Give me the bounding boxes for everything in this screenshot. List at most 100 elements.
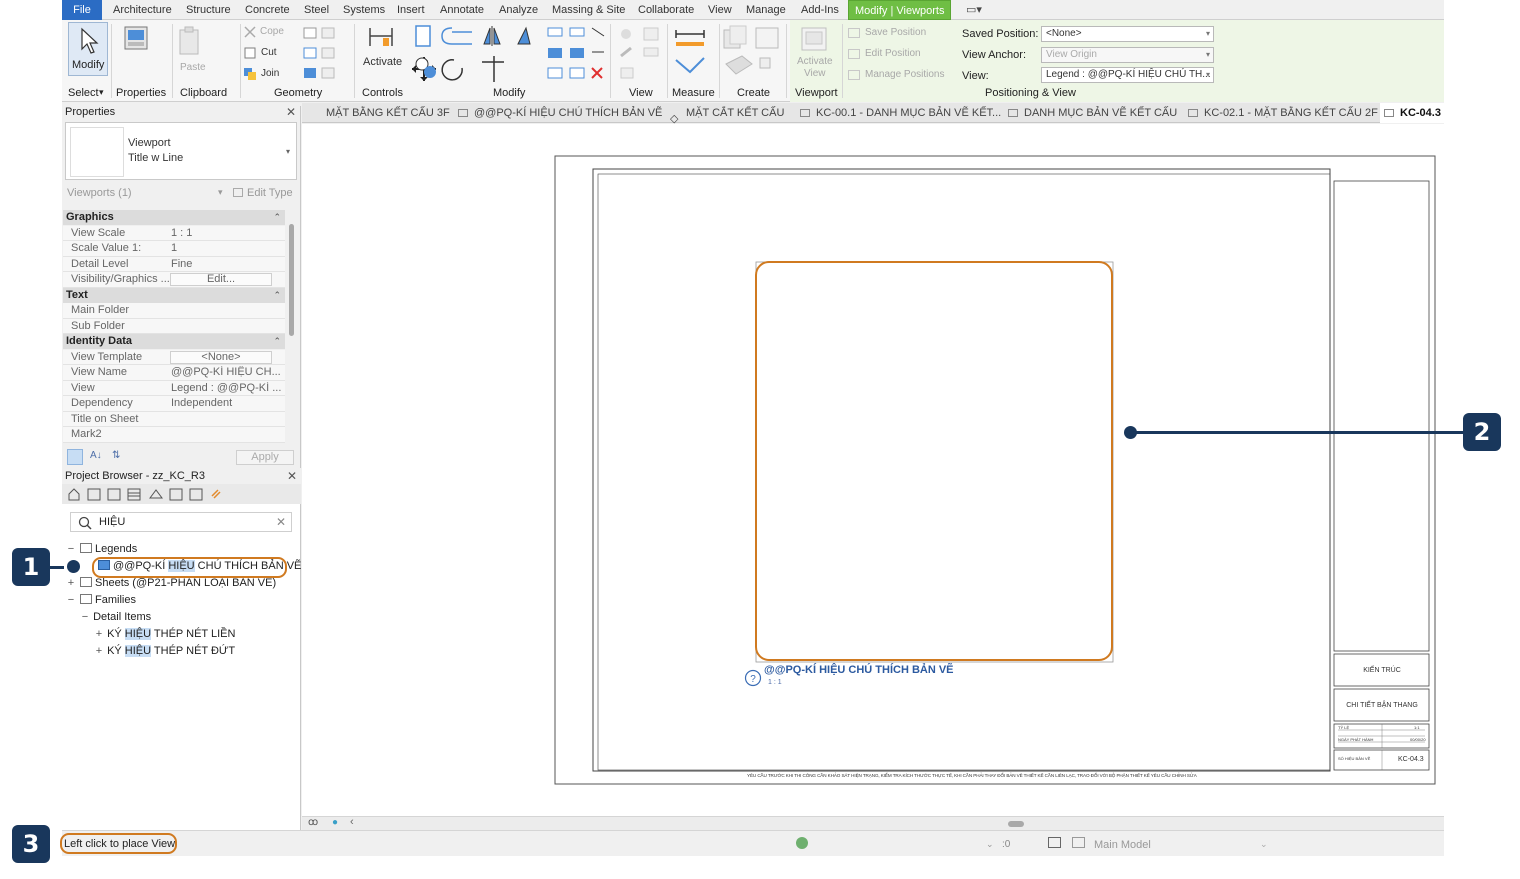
quick-access-dropdown[interactable]: ▭▾ bbox=[966, 0, 982, 20]
view-tab[interactable]: MẶT BẰNG KẾT CẤU 3F bbox=[326, 103, 450, 123]
cope-label[interactable]: Cope bbox=[260, 26, 284, 37]
close-icon[interactable]: ✕ bbox=[286, 105, 296, 119]
activate-label[interactable]: Activate bbox=[363, 56, 402, 68]
tab-file[interactable]: File bbox=[62, 0, 102, 20]
view-select[interactable]: Legend : @@PQ-KÍ HIỆU CHÚ TH... ▾ bbox=[1041, 67, 1214, 83]
tab-systems[interactable]: Systems bbox=[343, 0, 385, 20]
group-select[interactable]: Select bbox=[68, 87, 99, 99]
property-row[interactable]: View Template <None> bbox=[63, 349, 285, 365]
edit-position-button[interactable]: Edit Position bbox=[865, 48, 921, 59]
property-row[interactable]: Scale Value 1: 1 bbox=[63, 241, 285, 257]
save-position-button[interactable]: Save Position bbox=[865, 27, 926, 38]
clear-search-icon[interactable]: ✕ bbox=[276, 515, 286, 529]
tab-analyze[interactable]: Analyze bbox=[499, 0, 538, 20]
cut-label[interactable]: Cut bbox=[261, 47, 277, 58]
chevron-down-icon[interactable]: ⌄ bbox=[986, 839, 994, 850]
join-label[interactable]: Join bbox=[261, 68, 279, 79]
tab-concrete[interactable]: Concrete bbox=[245, 0, 290, 20]
tab-view[interactable]: View bbox=[708, 0, 732, 20]
chevron-down-icon[interactable]: ⌄ bbox=[1260, 839, 1268, 850]
edit-type-button[interactable]: Edit Type bbox=[233, 187, 293, 199]
scrollbar-thumb[interactable] bbox=[1008, 821, 1024, 827]
tab-architecture[interactable]: Architecture bbox=[113, 0, 172, 20]
property-section-header[interactable]: Identity Data ⌃ bbox=[63, 334, 285, 349]
tree-family-item[interactable]: + KÝ HIỆU THÉP NÉT ĐỨT bbox=[94, 643, 235, 659]
property-row[interactable]: Title on Sheet bbox=[63, 411, 285, 427]
activate-icon[interactable] bbox=[366, 24, 396, 50]
modify-button[interactable]: Modify bbox=[68, 22, 108, 76]
property-row[interactable]: Visibility/Graphics ... Edit... bbox=[63, 272, 285, 288]
activate-view-icon[interactable] bbox=[800, 26, 830, 54]
property-value-button[interactable]: Edit... bbox=[170, 273, 272, 286]
view-tab[interactable]: ◇ MẶT CẮT KẾT CẤU bbox=[670, 103, 784, 125]
browser-search-input[interactable]: HIỆU ✕ bbox=[70, 512, 292, 532]
active-model[interactable]: Main Model bbox=[1094, 839, 1151, 851]
property-row[interactable]: View Legend : @@PQ-KÍ ... bbox=[63, 380, 285, 396]
expand-icon[interactable]: + bbox=[94, 626, 104, 642]
expand-icon[interactable]: + bbox=[94, 643, 104, 659]
property-value-button[interactable]: <None> bbox=[170, 350, 272, 364]
properties-button[interactable] bbox=[120, 24, 152, 82]
view-tools-icon[interactable] bbox=[618, 26, 664, 82]
expand-icon[interactable]: + bbox=[66, 575, 76, 591]
binoculars-icon[interactable]: ꝏ bbox=[308, 817, 318, 828]
paste-label[interactable]: Paste bbox=[180, 62, 206, 73]
property-section-header[interactable]: Graphics ⌃ bbox=[63, 210, 285, 225]
tree-families[interactable]: − Families bbox=[66, 592, 136, 608]
close-icon[interactable]: ✕ bbox=[287, 469, 297, 483]
apply-button[interactable]: Apply bbox=[236, 450, 294, 465]
worksets-icon[interactable] bbox=[1072, 837, 1085, 848]
view-tab[interactable]: KC-00.1 - DANH MỤC BẢN VẼ KẾT... bbox=[800, 103, 1001, 123]
select-dropdown-icon[interactable]: ▾ bbox=[99, 87, 104, 98]
instance-filter[interactable]: Viewports (1) bbox=[67, 187, 132, 199]
view-tab[interactable]: @@PQ-KÍ HIỆU CHÚ THÍCH BẢN VẼ bbox=[458, 103, 662, 123]
tab-modify-viewports[interactable]: Modify | Viewports bbox=[848, 0, 952, 20]
paste-icon[interactable] bbox=[177, 26, 203, 60]
properties-filter-icon[interactable] bbox=[67, 449, 83, 465]
collapse-icon[interactable]: ⌃ bbox=[273, 334, 281, 349]
property-row[interactable]: Detail Level Fine bbox=[63, 256, 285, 272]
worksharing-icon[interactable] bbox=[796, 837, 808, 849]
properties-scrollbar[interactable] bbox=[287, 214, 296, 444]
sort-group-icon[interactable]: ⇅ bbox=[112, 450, 120, 461]
filter-count[interactable]: :0 bbox=[1002, 839, 1010, 850]
lightbulb-icon[interactable]: ● bbox=[332, 817, 338, 828]
chevron-down-icon[interactable]: ▾ bbox=[218, 187, 223, 198]
collapse-icon[interactable]: ⌃ bbox=[273, 210, 281, 225]
array-tools-icon[interactable] bbox=[546, 26, 608, 82]
view-tab[interactable]: KC-02.1 - MẶT BẰNG KẾT CẤU 2F bbox=[1188, 103, 1378, 123]
property-row[interactable]: Mark2 bbox=[63, 427, 285, 443]
scroll-left-icon[interactable]: ‹ bbox=[350, 816, 354, 828]
tree-family-item[interactable]: + KÝ HIỆU THÉP NÉT LIỀN bbox=[94, 626, 235, 642]
tab-annotate[interactable]: Annotate bbox=[440, 0, 484, 20]
tab-structure[interactable]: Structure bbox=[186, 0, 231, 20]
tab-collaborate[interactable]: Collaborate bbox=[638, 0, 694, 20]
property-row[interactable]: Main Folder bbox=[63, 303, 285, 319]
collapse-icon[interactable]: − bbox=[66, 541, 76, 557]
tab-manage[interactable]: Manage bbox=[746, 0, 786, 20]
tab-add-ins[interactable]: Add-Ins bbox=[801, 0, 839, 20]
manage-positions-button[interactable]: Manage Positions bbox=[865, 69, 945, 80]
tab-steel[interactable]: Steel bbox=[304, 0, 329, 20]
saved-position-select[interactable]: <None> ▾ bbox=[1041, 26, 1214, 42]
geometry-tools-icon[interactable] bbox=[302, 26, 354, 82]
sort-ascending-icon[interactable]: A↓ bbox=[90, 450, 102, 461]
property-row[interactable]: View Name @@PQ-KÍ HIỆU CH... bbox=[63, 365, 285, 381]
browser-tool-icons[interactable] bbox=[66, 486, 226, 502]
view-anchor-select[interactable]: View Origin ▾ bbox=[1041, 47, 1214, 63]
measure-icon[interactable] bbox=[674, 28, 710, 78]
collapse-icon[interactable]: ⌃ bbox=[273, 288, 281, 303]
tab-insert[interactable]: Insert bbox=[397, 0, 425, 20]
collapse-icon[interactable]: − bbox=[80, 609, 90, 625]
property-row[interactable]: View Scale 1 : 1 bbox=[63, 225, 285, 241]
activate-view-label[interactable]: Activate View bbox=[797, 56, 833, 80]
create-tools-icon[interactable] bbox=[722, 24, 782, 84]
property-row[interactable]: Dependency Independent bbox=[63, 396, 285, 412]
modify-tools-icon[interactable] bbox=[414, 24, 534, 84]
property-section-header[interactable]: Text ⌃ bbox=[63, 287, 285, 303]
tree-detail-items[interactable]: − Detail Items bbox=[80, 609, 151, 625]
design-options-icon[interactable] bbox=[1048, 837, 1061, 848]
property-row[interactable]: Sub Folder bbox=[63, 318, 285, 334]
collapse-icon[interactable]: − bbox=[66, 592, 76, 608]
view-tab[interactable]: DANH MỤC BẢN VẼ KẾT CẤU bbox=[1008, 103, 1177, 123]
